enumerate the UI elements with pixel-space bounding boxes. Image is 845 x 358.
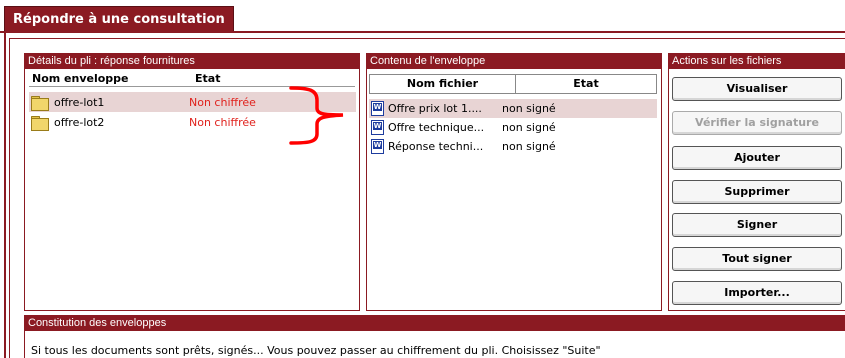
- folder-icon: [31, 95, 49, 111]
- verifier-signature-button[interactable]: Vérifier la signature: [672, 111, 842, 135]
- supprimer-button[interactable]: Supprimer: [672, 180, 842, 204]
- column-header-nom-fichier[interactable]: Nom fichier: [370, 75, 516, 93]
- envelope-state: Non chiffrée: [189, 115, 256, 129]
- signer-button[interactable]: Signer: [672, 213, 842, 237]
- file-state: non signé: [502, 121, 556, 134]
- frame-inner-border-left: [9, 38, 10, 358]
- tab-underline: [0, 31, 845, 33]
- file-row[interactable]: W Offre prix lot 1.... non signé: [369, 99, 657, 118]
- importer-button[interactable]: Importer...: [672, 281, 842, 305]
- file-table-header: Nom fichier Etat: [369, 74, 657, 94]
- constitution-message: Si tous les documents sont prêts, signés…: [31, 344, 601, 357]
- constitution-panel: Constitution des enveloppes Si tous les …: [24, 315, 845, 358]
- constitution-header: Constitution des enveloppes: [25, 316, 845, 331]
- red-brace-annotation: [289, 86, 344, 145]
- envelope-contents-header: Contenu de l'enveloppe: [367, 54, 661, 69]
- column-header-etat[interactable]: Etat: [516, 75, 656, 93]
- window: Répondre à une consultation Détails du p…: [0, 0, 845, 358]
- file-row[interactable]: W Offre technique... non signé: [369, 118, 657, 137]
- envelope-table-header: Nom enveloppe Etat: [29, 72, 355, 87]
- frame-border-left: [4, 33, 6, 358]
- ajouter-button[interactable]: Ajouter: [672, 146, 842, 170]
- word-document-icon: W: [371, 139, 384, 154]
- pli-details-header: Détails du pli : réponse fournitures: [25, 54, 359, 69]
- file-state: non signé: [502, 102, 556, 115]
- word-document-icon: W: [371, 120, 384, 135]
- frame-inner-border-top: [9, 38, 845, 39]
- envelope-name: offre-lot1: [54, 95, 105, 109]
- file-actions-header: Actions sur les fichiers: [669, 54, 845, 69]
- file-name: Offre prix lot 1....: [388, 102, 482, 115]
- word-document-icon: W: [371, 101, 384, 116]
- envelope-name: offre-lot2: [54, 115, 105, 129]
- column-header-etat[interactable]: Etat: [191, 72, 351, 86]
- file-actions-panel: Actions sur les fichiers Visualiser Véri…: [668, 53, 845, 311]
- column-header-nom-enveloppe[interactable]: Nom enveloppe: [29, 72, 191, 86]
- tab-repondre-consultation[interactable]: Répondre à une consultation: [4, 6, 234, 32]
- file-name: Offre technique...: [388, 121, 485, 134]
- file-state: non signé: [502, 140, 556, 153]
- envelope-contents-panel: Contenu de l'enveloppe Nom fichier Etat …: [366, 53, 662, 311]
- envelope-state: Non chiffrée: [189, 95, 256, 109]
- tout-signer-button[interactable]: Tout signer: [672, 247, 842, 271]
- folder-icon: [31, 115, 49, 131]
- visualiser-button[interactable]: Visualiser: [672, 77, 842, 101]
- file-row[interactable]: W Réponse techni... non signé: [369, 137, 657, 156]
- file-name: Réponse techni...: [388, 140, 484, 153]
